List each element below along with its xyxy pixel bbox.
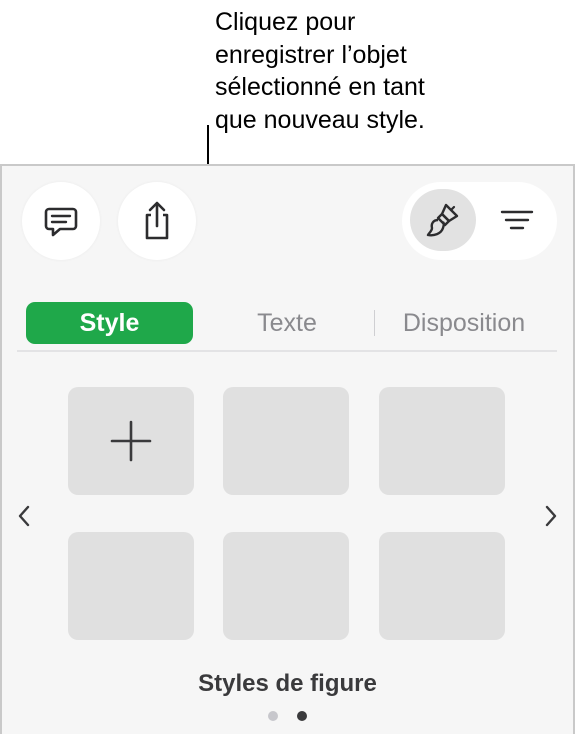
comment-button[interactable] xyxy=(22,182,100,260)
callout-line: que nouveau style. xyxy=(215,105,425,134)
add-style-button[interactable] xyxy=(68,387,194,495)
callout-line: enregistrer l’objet xyxy=(215,40,407,69)
tab-divider xyxy=(374,310,375,336)
previous-page-button[interactable] xyxy=(14,502,34,530)
menu-lines-icon xyxy=(500,210,534,230)
style-tile[interactable] xyxy=(379,532,505,640)
format-button[interactable] xyxy=(410,189,476,251)
share-button[interactable] xyxy=(118,182,196,260)
tab-texte[interactable]: Texte xyxy=(222,302,352,344)
paintbrush-icon xyxy=(426,203,459,237)
style-tile[interactable] xyxy=(68,532,194,640)
tab-disposition[interactable]: Disposition xyxy=(385,302,543,344)
chevron-left-icon xyxy=(18,505,30,527)
callout-text: Cliquez pour enregistrer l’objet sélecti… xyxy=(215,6,565,136)
style-tile[interactable] xyxy=(223,387,349,495)
style-tile[interactable] xyxy=(223,532,349,640)
callout-line: sélectionné en tant xyxy=(215,73,425,101)
page-dot[interactable] xyxy=(268,711,278,721)
page-dot-current[interactable] xyxy=(297,711,307,721)
tab-style[interactable]: Style xyxy=(26,302,193,344)
next-page-button[interactable] xyxy=(541,502,561,530)
chevron-right-icon xyxy=(545,505,557,527)
comment-bubble-icon xyxy=(44,207,78,237)
share-icon xyxy=(145,201,169,240)
document-options-button[interactable] xyxy=(484,189,550,251)
style-tile[interactable] xyxy=(379,387,505,495)
tabs-underline xyxy=(17,350,557,352)
styles-caption: Styles de figure xyxy=(198,670,377,697)
callout-line: Cliquez pour xyxy=(215,8,356,36)
plus-icon xyxy=(110,420,152,462)
